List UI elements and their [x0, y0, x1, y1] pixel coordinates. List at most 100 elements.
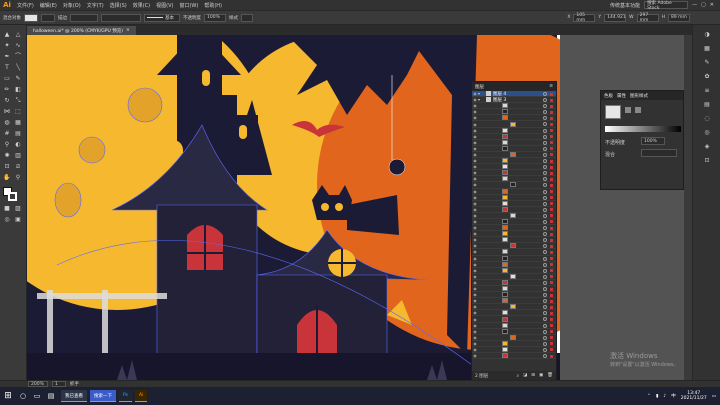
- selection-square-icon[interactable]: [550, 183, 553, 187]
- menu-edit[interactable]: 编辑(E): [37, 2, 60, 9]
- visibility-eye-icon[interactable]: ◉: [472, 170, 478, 175]
- line-tool-icon[interactable]: ╲: [14, 64, 22, 72]
- selection-square-icon[interactable]: [550, 190, 553, 193]
- target-circle-icon[interactable]: [543, 299, 547, 304]
- target-circle-icon[interactable]: [543, 219, 547, 224]
- selection-square-icon[interactable]: [550, 92, 553, 96]
- panel-appearance-icon[interactable]: ◎: [703, 129, 711, 137]
- tab-swatches[interactable]: 色板: [604, 93, 613, 99]
- gradient-mode-icon[interactable]: ▨: [14, 205, 22, 213]
- target-circle-icon[interactable]: [543, 268, 547, 273]
- selection-square-icon[interactable]: [550, 147, 553, 151]
- visibility-eye-icon[interactable]: ◉: [472, 103, 478, 108]
- make-clip-mask-icon[interactable]: ◪: [523, 373, 527, 379]
- selection-square-icon[interactable]: [550, 202, 553, 206]
- selection-square-icon[interactable]: [550, 153, 553, 157]
- target-circle-icon[interactable]: [543, 305, 547, 310]
- target-circle-icon[interactable]: [543, 171, 547, 176]
- stroke-color-swatch[interactable]: [8, 192, 17, 201]
- visibility-eye-icon[interactable]: ◉: [472, 189, 478, 194]
- visibility-eye-icon[interactable]: ◉: [472, 140, 478, 145]
- selection-square-icon[interactable]: [550, 122, 553, 126]
- target-circle-icon[interactable]: [543, 98, 547, 103]
- blend-tool-icon[interactable]: ◐: [14, 141, 22, 149]
- scale-tool-icon[interactable]: ⤡: [14, 97, 22, 105]
- visibility-eye-icon[interactable]: ◉: [472, 182, 478, 187]
- screen-mode-icon[interactable]: ▣: [14, 216, 22, 224]
- visibility-eye-icon[interactable]: ◉: [472, 176, 478, 181]
- visibility-eye-icon[interactable]: ◉: [472, 122, 478, 127]
- selection-tool-icon[interactable]: ▲: [3, 31, 11, 39]
- target-circle-icon[interactable]: [543, 207, 547, 212]
- input-lang[interactable]: 中: [671, 393, 676, 399]
- selection-square-icon[interactable]: [550, 305, 553, 309]
- visibility-eye-icon[interactable]: ◉: [472, 335, 478, 340]
- visibility-eye-icon[interactable]: ◉: [472, 109, 478, 114]
- selection-square-icon[interactable]: [550, 269, 553, 273]
- taskbar-app-ai[interactable]: Ai: [134, 390, 148, 402]
- selection-square-icon[interactable]: [550, 263, 553, 267]
- opacity-input[interactable]: 100%: [204, 13, 226, 22]
- style-select[interactable]: [241, 13, 253, 22]
- gradient-tool-icon[interactable]: ▤: [14, 130, 22, 138]
- selection-square-icon[interactable]: [550, 354, 553, 358]
- visibility-eye-icon[interactable]: ◉: [472, 256, 478, 261]
- artboard-tool-icon[interactable]: ⊡: [3, 163, 11, 171]
- target-circle-icon[interactable]: [543, 335, 547, 340]
- panel-color-icon[interactable]: ◑: [703, 31, 711, 39]
- windows-start-icon[interactable]: ⊞: [0, 387, 16, 405]
- selection-square-icon[interactable]: [550, 257, 553, 261]
- target-circle-icon[interactable]: [543, 134, 547, 139]
- free-transform-tool-icon[interactable]: ⬚: [14, 108, 22, 116]
- visibility-eye-icon[interactable]: ◉: [472, 128, 478, 133]
- tab-layers[interactable]: 图层: [475, 84, 484, 90]
- taskbar-app-browser[interactable]: 搜索一下: [90, 390, 116, 402]
- visibility-eye-icon[interactable]: ◉: [472, 280, 478, 285]
- illustrator-logo[interactable]: Ai: [0, 0, 14, 10]
- visibility-eye-icon[interactable]: ◉: [472, 201, 478, 206]
- drawing-mode-icon[interactable]: ◎: [3, 216, 11, 224]
- target-circle-icon[interactable]: [543, 256, 547, 261]
- selection-square-icon[interactable]: [550, 110, 553, 114]
- panel-artboards-icon[interactable]: ⊡: [703, 157, 711, 165]
- selection-square-icon[interactable]: [550, 98, 553, 102]
- visibility-eye-icon[interactable]: ◉: [472, 353, 478, 358]
- variable-width-select[interactable]: [101, 13, 141, 22]
- target-circle-icon[interactable]: [543, 122, 547, 127]
- curvature-tool-icon[interactable]: ⌒: [14, 53, 22, 61]
- sublayer-row[interactable]: ◉: [472, 353, 556, 360]
- visibility-eye-icon[interactable]: ◉: [472, 152, 478, 157]
- y-input[interactable]: 144.921: [604, 13, 627, 22]
- target-circle-icon[interactable]: [543, 165, 547, 170]
- selection-square-icon[interactable]: [550, 250, 553, 254]
- visibility-eye-icon[interactable]: ◉: [472, 146, 478, 151]
- layers-panel-menu-icon[interactable]: ≡: [549, 84, 553, 89]
- visibility-eye-icon[interactable]: ◉: [472, 237, 478, 242]
- symbol-sprayer-tool-icon[interactable]: ✺: [3, 152, 11, 160]
- visibility-eye-icon[interactable]: ◉: [472, 219, 478, 224]
- visibility-eye-icon[interactable]: ◉: [472, 286, 478, 291]
- target-circle-icon[interactable]: [543, 311, 547, 316]
- target-circle-icon[interactable]: [543, 280, 547, 285]
- panel-stroke-icon[interactable]: ≡: [703, 87, 711, 95]
- task-view-icon[interactable]: ▭: [30, 387, 44, 405]
- close-icon[interactable]: ✕: [710, 2, 714, 8]
- document-tab-close-icon[interactable]: ×: [126, 28, 130, 33]
- selection-square-icon[interactable]: [550, 214, 553, 218]
- visibility-eye-icon[interactable]: ◉: [472, 274, 478, 279]
- brush-select[interactable]: 基本: [144, 13, 180, 22]
- selection-square-icon[interactable]: [550, 129, 553, 133]
- target-circle-icon[interactable]: [543, 244, 547, 249]
- visibility-eye-icon[interactable]: ◉: [472, 158, 478, 163]
- target-circle-icon[interactable]: [543, 226, 547, 231]
- target-circle-icon[interactable]: [543, 201, 547, 206]
- selection-square-icon[interactable]: [550, 135, 553, 139]
- panel-transparency-icon[interactable]: ◌: [703, 115, 711, 123]
- stock-search-input[interactable]: 搜索 Adobe Stock: [644, 1, 689, 11]
- selection-square-icon[interactable]: [550, 281, 553, 285]
- selection-square-icon[interactable]: [550, 317, 553, 321]
- target-circle-icon[interactable]: [543, 347, 547, 352]
- stroke-swatch[interactable]: [41, 13, 55, 22]
- gradient-slider[interactable]: [605, 126, 681, 132]
- network-icon[interactable]: ▮: [656, 394, 658, 399]
